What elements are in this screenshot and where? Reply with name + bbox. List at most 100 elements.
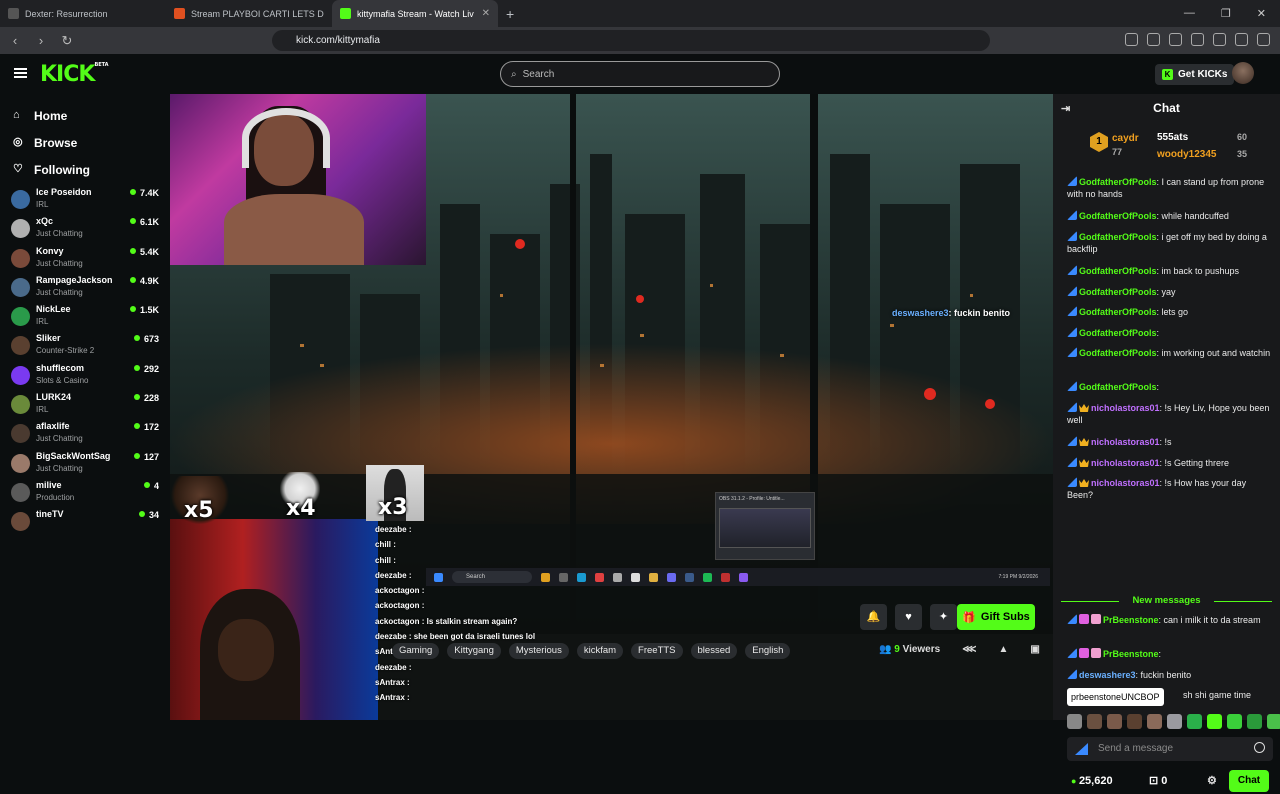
chat-username[interactable]: GodfatherOfPools [1079,232,1157,242]
minimize-window-button[interactable]: — [1184,7,1195,20]
stream-tag[interactable]: blessed [690,643,738,659]
search-input[interactable]: ⌕ Search [500,61,780,87]
shield-icon[interactable] [1235,33,1248,46]
chat-text: : !s Getting threre [1159,458,1230,468]
url-field[interactable]: kick.com/kittymafia [272,30,990,51]
headphones-icon [242,108,330,168]
sidebar-channel-item[interactable]: RampageJackson Just Chatting 4.9K [0,274,170,303]
chat-username[interactable]: GodfatherOfPools [1079,266,1157,276]
menu-icon[interactable] [1257,33,1270,46]
sidebar-channel-item[interactable]: aflaxlife Just Chatting 172 [0,420,170,449]
chat-username[interactable]: GodfatherOfPools [1079,177,1157,187]
forward-icon[interactable]: › [34,33,48,48]
user-avatar[interactable] [1232,62,1254,84]
share-icon[interactable]: ⋘ [962,644,976,655]
emote-icon[interactable] [1207,714,1222,729]
hamburger-menu-icon[interactable] [14,68,27,78]
chat-username[interactable]: deswashere3 [1079,670,1136,680]
sidebar-channel-item[interactable]: Sliker Counter-Strike 2 673 [0,332,170,361]
emote-icon[interactable] [1167,714,1182,729]
get-kicks-button[interactable]: K Get KICKs [1155,64,1235,85]
chat-username[interactable]: GodfatherOfPools [1079,307,1157,317]
sidebar-channel-item[interactable]: NickLee IRL 1.5K [0,303,170,332]
browser-tab-1[interactable]: Dexter: Resurrection [0,0,166,27]
get-kicks-label: Get KICKs [1178,69,1228,80]
channel-viewers: 1.5K [130,305,159,315]
chat-message-input[interactable]: Send a message [1067,737,1273,761]
emote-icon[interactable] [1067,714,1082,729]
chat-settings-gear-icon[interactable]: ⚙ [1207,775,1217,787]
close-tab-icon[interactable]: ✕ [482,8,490,19]
emote-icon[interactable] [1247,714,1262,729]
extension-icon[interactable] [1125,33,1138,46]
emote-icon[interactable] [1087,714,1102,729]
overlay-message: : Is stalkin stream again? [421,616,518,626]
sidebar-channel-item[interactable]: xQc Just Chatting 6.1K [0,215,170,244]
extension-icon[interactable] [1147,33,1160,46]
send-chat-button[interactable]: Chat [1229,770,1269,792]
wallet-icon[interactable] [1213,33,1226,46]
stream-tag[interactable]: Mysterious [508,643,569,659]
video-player[interactable]: x5 x4 x3 deswashere3: fuckin benito deez… [170,94,1053,720]
emote-icon[interactable] [1107,714,1122,729]
maximize-window-button[interactable]: ❐ [1221,7,1231,20]
browser-tab-3[interactable]: kittymafia Stream - Watch Liv ✕ [332,0,498,27]
stream-tag[interactable]: Gaming [392,643,440,659]
emote-icon[interactable] [1147,714,1162,729]
music-icon[interactable] [1169,33,1182,46]
stream-tag[interactable]: FreeTTS [631,643,683,659]
emote-icon[interactable] [1267,714,1280,729]
follow-heart-button[interactable]: ♥ [895,604,922,630]
chat-username[interactable]: nicholastoras01 [1091,458,1160,468]
emote-icon[interactable] [1187,714,1202,729]
new-tab-button[interactable]: + [498,6,522,22]
reload-icon[interactable]: ↻ [60,33,74,49]
emote-icon[interactable] [1227,714,1242,729]
chat-message: GodfatherOfPools: yay [1067,286,1272,298]
sidebar-item-following[interactable]: ♡ Following [0,156,170,183]
chat-username[interactable]: nicholastoras01 [1091,437,1160,447]
stream-tag[interactable]: English [745,643,791,659]
kick-badge-icon [1067,381,1077,391]
notification-bell-button[interactable]: 🔔 [860,604,887,630]
stream-tag[interactable]: Kittygang [447,643,501,659]
compass-icon: ◎ [13,136,23,148]
stream-tag[interactable]: kickfam [576,643,624,659]
sidebar-icon[interactable] [1191,33,1204,46]
sparkle-button[interactable]: ✦ [930,604,957,630]
chat-username[interactable]: GodfatherOfPools [1079,328,1157,338]
report-icon[interactable]: ▲ [998,644,1008,655]
clip-icon[interactable]: ▣ [1030,644,1039,655]
sidebar-channel-item[interactable]: BigSackWontSag Just Chatting 127 [0,450,170,479]
gift-subs-button[interactable]: 🎁 Gift Subs [957,604,1035,630]
channel-points[interactable]: 25,620 [1071,775,1113,787]
chat-username[interactable]: PrBeenstone [1103,615,1159,625]
sidebar-channel-item[interactable]: tineTV 34 [0,508,170,537]
browser-tab-2[interactable]: Stream PLAYBOI CARTI LETS DO IT G [166,0,332,27]
chat-leaderboard[interactable]: 1 caydr 77 555ats 60 woody12345 35 [1053,124,1280,166]
chat-username[interactable]: GodfatherOfPools [1079,287,1157,297]
back-icon[interactable]: ‹ [8,33,22,48]
sidebar-channel-item[interactable]: milive Production 4 [0,479,170,508]
chat-username[interactable]: GodfatherOfPools [1079,348,1157,358]
gift-count[interactable]: ⊡ 0 [1149,775,1167,787]
chat-username[interactable]: GodfatherOfPools [1079,211,1157,221]
collapse-chat-icon[interactable]: ⇥ [1061,102,1070,115]
emoji-picker-icon[interactable] [1254,742,1265,753]
sidebar-channel-item[interactable]: Konvy Just Chatting 5.4K [0,245,170,274]
chat-username[interactable]: GodfatherOfPools [1079,382,1157,392]
close-window-button[interactable]: ✕ [1257,7,1266,20]
sidebar-channel-item[interactable]: LURK24 IRL 228 [0,391,170,420]
overlay-message: : [408,662,412,672]
chat-username[interactable]: PrBeenstone [1103,649,1159,659]
kick-logo[interactable]: KICKBETA [40,62,109,87]
chat-username[interactable]: nicholastoras01 [1091,478,1160,488]
emote-icon[interactable] [1127,714,1142,729]
sidebar-item-home[interactable]: ⌂ Home [0,102,170,129]
kick-badge-icon [1067,402,1077,412]
sidebar-channel-item[interactable]: Ice Poseidon IRL 7.4K [0,186,170,215]
sidebar-item-browse[interactable]: ◎ Browse [0,129,170,156]
new-messages-divider[interactable]: New messages [1061,595,1272,607]
chat-username[interactable]: nicholastoras01 [1091,403,1160,413]
sidebar-channel-item[interactable]: shufflecom Slots & Casino 292 [0,362,170,391]
